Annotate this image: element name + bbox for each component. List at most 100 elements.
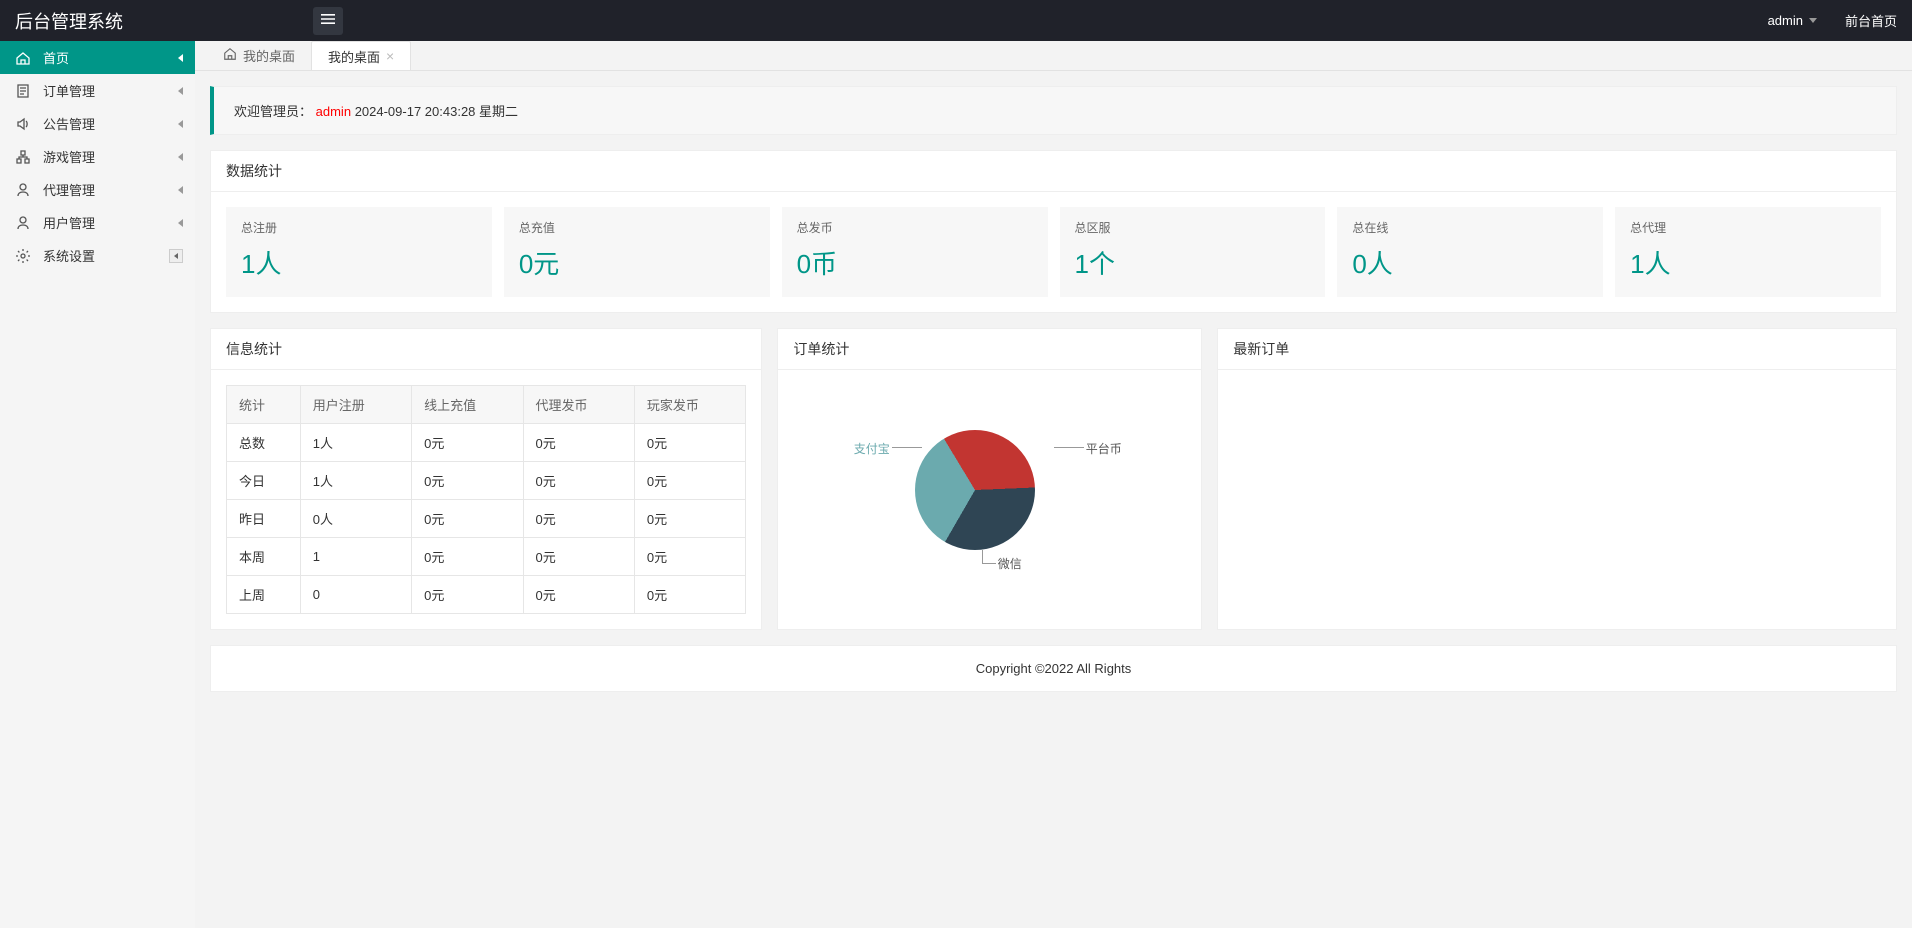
chevron-left-icon bbox=[178, 186, 183, 194]
stat-card: 总充值 0元 bbox=[504, 207, 770, 297]
leader-line bbox=[982, 563, 996, 564]
tabs: 我的桌面 我的桌面 × bbox=[195, 41, 1912, 71]
stat-value: 0人 bbox=[1352, 244, 1588, 281]
table-cell: 0元 bbox=[412, 538, 523, 576]
pie-label-wechat: 微信 bbox=[998, 555, 1022, 572]
stat-value: 0元 bbox=[519, 244, 755, 281]
table-cell: 0元 bbox=[523, 462, 634, 500]
table-cell: 0元 bbox=[412, 500, 523, 538]
chevron-left-icon bbox=[169, 249, 183, 263]
table-cell: 总数 bbox=[227, 424, 301, 462]
table-cell: 0 bbox=[300, 576, 411, 614]
order-stats-panel: 订单统计 支付宝 平台币 微信 bbox=[777, 328, 1202, 630]
stat-card: 总注册 1人 bbox=[226, 207, 492, 297]
table-cell: 1 bbox=[300, 538, 411, 576]
stats-panel: 数据统计 总注册 1人 总充值 0元总发币0币 总区服 1个 总在线 0人总代理1人 bbox=[210, 150, 1897, 313]
stat-value: 1人 bbox=[241, 244, 477, 281]
sidebar-toggle-button[interactable] bbox=[313, 7, 343, 35]
table-cell: 0元 bbox=[523, 538, 634, 576]
table-header: 代理发币 bbox=[523, 386, 634, 424]
chevron-left-icon bbox=[178, 87, 183, 95]
stat-card: 总发币0币 bbox=[782, 207, 1048, 297]
frontend-link[interactable]: 前台首页 bbox=[1845, 11, 1897, 30]
stats-row: 总注册 1人 总充值 0元总发币0币 总区服 1个 总在线 0人总代理1人 bbox=[226, 207, 1881, 297]
gear-icon bbox=[15, 248, 31, 264]
sidebar-item-agents[interactable]: 代理管理 bbox=[0, 173, 195, 206]
table-cell: 0元 bbox=[634, 424, 745, 462]
stat-value: 0币 bbox=[797, 244, 1033, 281]
stat-label: 总充值 bbox=[519, 219, 755, 236]
panel-title: 订单统计 bbox=[778, 329, 1201, 370]
stat-value: 1人 bbox=[1630, 244, 1866, 281]
document-icon bbox=[15, 83, 31, 99]
user-menu[interactable]: admin bbox=[1768, 13, 1817, 28]
topbar-right: admin 前台首页 bbox=[1768, 11, 1897, 30]
info-table: 统计用户注册线上充值代理发币玩家发币 总数1人0元0元0元今日1人0元0元0元昨… bbox=[226, 385, 746, 614]
table-cell: 0元 bbox=[634, 462, 745, 500]
main: 我的桌面 我的桌面 × 欢迎管理员： admin 2024-09-17 20:4… bbox=[195, 41, 1912, 928]
home-icon bbox=[15, 50, 31, 66]
table-header: 线上充值 bbox=[412, 386, 523, 424]
table-cell: 0元 bbox=[634, 538, 745, 576]
leader-line bbox=[982, 550, 983, 564]
pie-label-alipay: 支付宝 bbox=[854, 440, 890, 457]
welcome-admin: admin bbox=[316, 104, 351, 119]
sidebar-item-home[interactable]: 首页 bbox=[0, 41, 195, 74]
leader-line bbox=[1054, 447, 1084, 448]
sidebar-item-games[interactable]: 游戏管理 bbox=[0, 140, 195, 173]
logo: 后台管理系统 bbox=[15, 8, 123, 34]
sidebar-item-orders[interactable]: 订单管理 bbox=[0, 74, 195, 107]
leader-line bbox=[892, 447, 922, 448]
sidebar-item-label: 系统设置 bbox=[43, 246, 95, 265]
welcome-prefix: 欢迎管理员： bbox=[234, 104, 312, 119]
user-icon bbox=[15, 182, 31, 198]
home-icon bbox=[223, 47, 237, 64]
latest-orders-panel: 最新订单 bbox=[1217, 328, 1897, 630]
pie-label-platform: 平台币 bbox=[1086, 440, 1122, 457]
tab-home[interactable]: 我的桌面 bbox=[207, 41, 311, 70]
tab-label: 我的桌面 bbox=[243, 46, 295, 65]
info-stats-panel: 信息统计 统计用户注册线上充值代理发币玩家发币 总数1人0元0元0元今日1人0元… bbox=[210, 328, 762, 630]
tab-desktop[interactable]: 我的桌面 × bbox=[311, 41, 411, 70]
table-header: 统计 bbox=[227, 386, 301, 424]
table-cell: 今日 bbox=[227, 462, 301, 500]
stat-label: 总区服 bbox=[1075, 219, 1311, 236]
sidebar-item-label: 用户管理 bbox=[43, 213, 95, 232]
close-icon[interactable]: × bbox=[386, 48, 394, 64]
stat-label: 总在线 bbox=[1352, 219, 1588, 236]
table-row: 本周10元0元0元 bbox=[227, 538, 746, 576]
chevron-left-icon bbox=[178, 120, 183, 128]
footer: Copyright ©2022 All Rights bbox=[210, 645, 1897, 692]
sidebar-item-users[interactable]: 用户管理 bbox=[0, 206, 195, 239]
table-row: 总数1人0元0元0元 bbox=[227, 424, 746, 462]
table-cell: 0元 bbox=[523, 424, 634, 462]
table-row: 昨日0人0元0元0元 bbox=[227, 500, 746, 538]
latest-orders-body bbox=[1218, 370, 1896, 610]
sidebar-item-announcements[interactable]: 公告管理 bbox=[0, 107, 195, 140]
sidebar-item-label: 游戏管理 bbox=[43, 147, 95, 166]
table-cell: 0元 bbox=[412, 462, 523, 500]
stat-card: 总代理1人 bbox=[1615, 207, 1881, 297]
table-cell: 0元 bbox=[634, 576, 745, 614]
table-header: 用户注册 bbox=[300, 386, 411, 424]
table-cell: 0元 bbox=[634, 500, 745, 538]
stat-label: 总注册 bbox=[241, 219, 477, 236]
sidebar-item-label: 代理管理 bbox=[43, 180, 95, 199]
table-cell: 0元 bbox=[412, 576, 523, 614]
table-cell: 1人 bbox=[300, 424, 411, 462]
panel-title: 数据统计 bbox=[211, 151, 1896, 192]
stat-value: 1个 bbox=[1075, 244, 1311, 281]
topbar: 后台管理系统 admin 前台首页 bbox=[0, 0, 1912, 41]
sidebar-item-settings[interactable]: 系统设置 bbox=[0, 239, 195, 272]
chevron-left-icon bbox=[178, 54, 183, 62]
speaker-icon bbox=[15, 116, 31, 132]
stat-card: 总区服 1个 bbox=[1060, 207, 1326, 297]
sidebar-item-label: 公告管理 bbox=[43, 114, 95, 133]
panel-title: 最新订单 bbox=[1218, 329, 1896, 370]
table-cell: 0元 bbox=[523, 576, 634, 614]
chevron-left-icon bbox=[178, 153, 183, 161]
table-row: 今日1人0元0元0元 bbox=[227, 462, 746, 500]
caret-down-icon bbox=[1809, 18, 1817, 23]
welcome-banner: 欢迎管理员： admin 2024-09-17 20:43:28 星期二 bbox=[210, 86, 1897, 135]
table-cell: 1人 bbox=[300, 462, 411, 500]
